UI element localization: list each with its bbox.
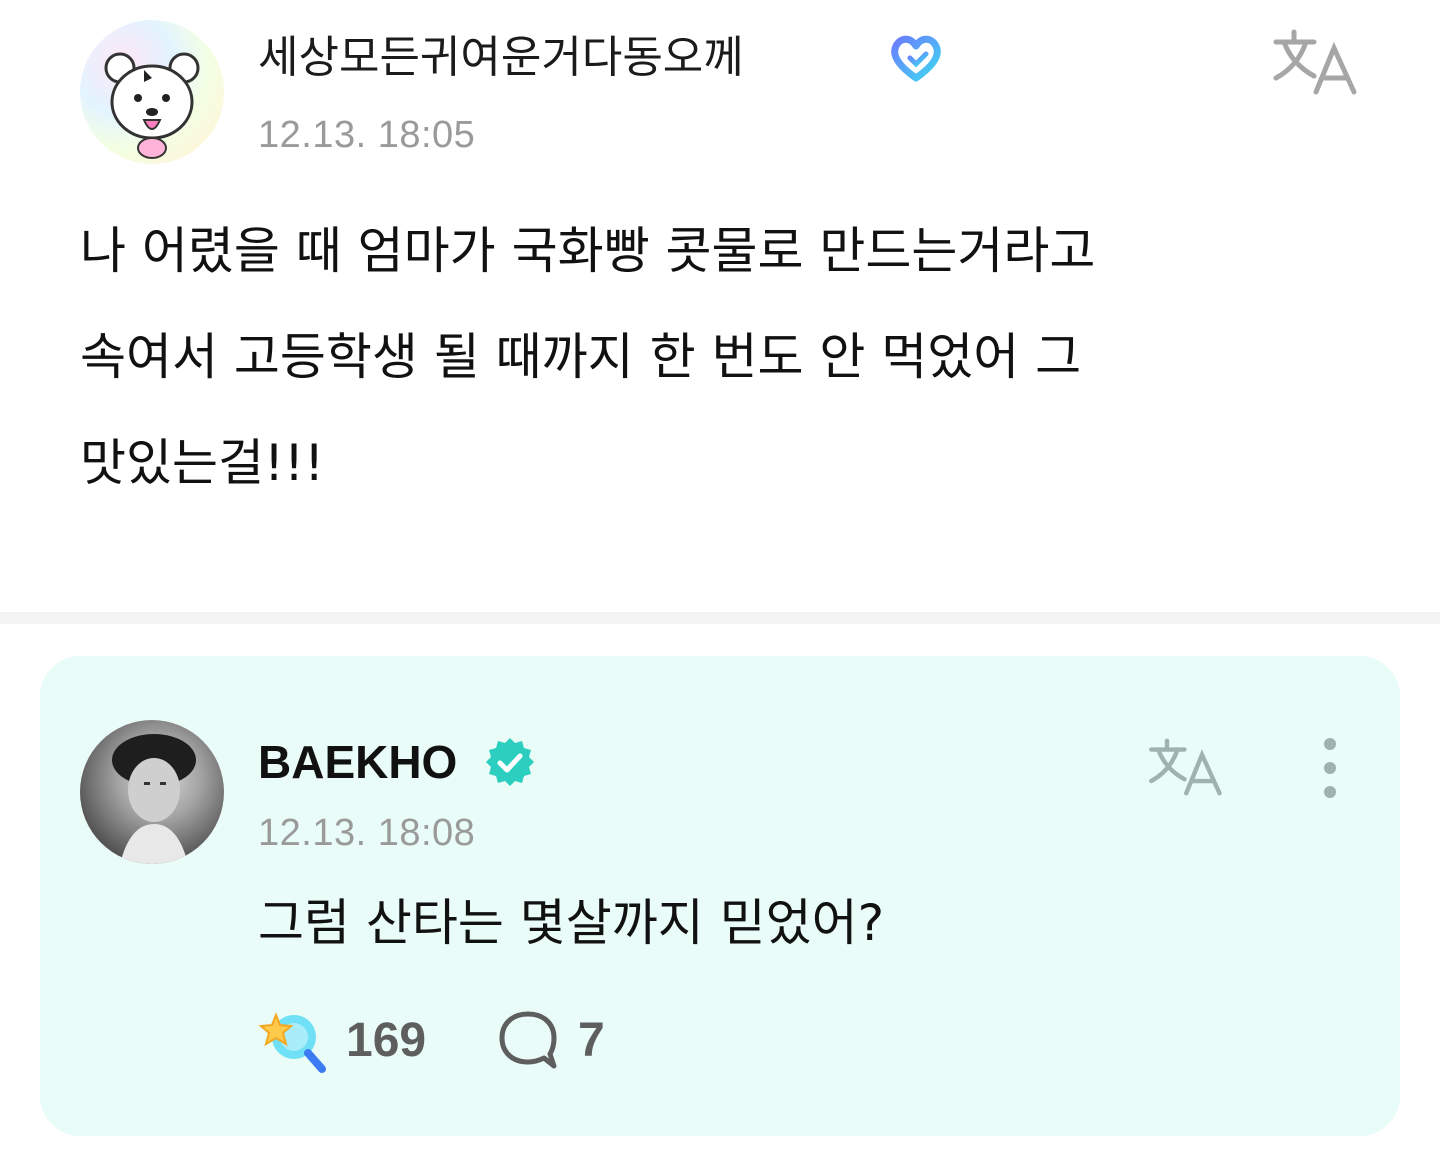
like-count: 169: [346, 1013, 427, 1067]
artist-reply-timestamp: 12.13. 18:08: [258, 812, 476, 854]
fan-post-line: 나 어렸을 때 엄마가 국화빵 콧물로 만드는거라고: [80, 222, 1096, 280]
more-options-button[interactable]: [1308, 736, 1352, 804]
membership-heart-icon: [888, 32, 944, 84]
more-vertical-icon: [1324, 738, 1336, 798]
comment-count: 7: [578, 1013, 605, 1067]
fan-username[interactable]: 세상모든귀여운거다동오께: [258, 30, 744, 86]
fan-post-timestamp: 12.13. 18:05: [258, 114, 476, 156]
artist-reply-body: 그럼 산타는 몇살까지 믿었어?: [258, 894, 885, 952]
fan-post-line: 맛있는걸!!!: [80, 434, 325, 492]
cartoon-bear-avatar-icon: [104, 52, 200, 159]
artist-photo-icon: [112, 734, 196, 864]
star-lollipop-icon: [258, 1012, 326, 1073]
translate-button[interactable]: [1270, 26, 1366, 98]
section-divider: [0, 612, 1440, 624]
verified-check-icon: [484, 736, 536, 788]
translate-button[interactable]: [1146, 734, 1230, 800]
fan-post-line: 속여서 고등학생 될 때까지 한 번도 안 먹었어 그: [80, 328, 1082, 386]
comment-button[interactable]: 7: [496, 1004, 605, 1076]
translate-icon: [1149, 738, 1222, 796]
translate-icon: [1273, 29, 1357, 95]
like-button[interactable]: 169: [258, 1004, 426, 1076]
artist-username[interactable]: BAEKHO: [258, 732, 457, 792]
fan-avatar[interactable]: [80, 20, 224, 164]
speech-bubble-icon: [499, 1011, 557, 1069]
artist-avatar[interactable]: [80, 720, 224, 864]
fan-post-body: 나 어렸을 때 엄마가 국화빵 콧물로 만드는거라고 속여서 고등학생 될 때까…: [80, 198, 1350, 516]
